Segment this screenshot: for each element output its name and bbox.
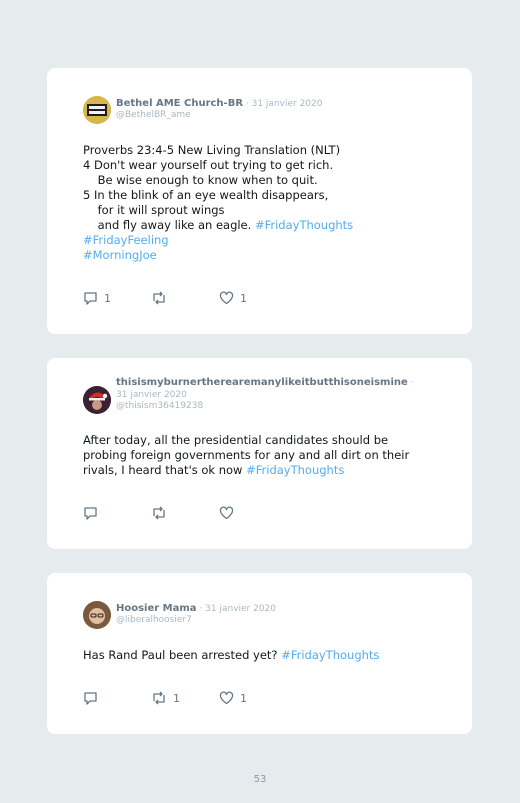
retweet-button[interactable] <box>151 505 173 521</box>
avatar-image-icon <box>83 601 111 629</box>
retweet-icon <box>153 506 165 520</box>
author-name[interactable]: thisismyburnertherearemanylikeitbutthiso… <box>116 377 408 388</box>
avatar-image-icon <box>83 96 111 124</box>
page-number: 53 <box>253 774 267 785</box>
tweet-card: thisismyburnertherearemanylikeitbutthiso… <box>47 358 472 549</box>
avatar-image-icon <box>83 386 111 414</box>
reply-count: 1 <box>104 291 111 305</box>
tweet-actions: 1 1 <box>83 690 383 706</box>
reply-button[interactable] <box>83 505 104 521</box>
like-count: 1 <box>240 291 247 305</box>
hashtag-link[interactable]: #FridayThoughts <box>255 218 353 232</box>
tweet-date[interactable]: · 31 janvier 2020 <box>243 99 323 109</box>
like-button[interactable] <box>219 505 240 521</box>
tweet-text: Proverbs 23:4-5 New Living Translation (… <box>83 143 432 263</box>
author-handle[interactable]: @BethelBR_ame <box>116 110 422 121</box>
retweet-button[interactable]: 1 <box>151 690 180 706</box>
hashtag-link[interactable]: #FridayThoughts <box>281 648 379 662</box>
tweet-text: After today, all the presidential candid… <box>83 433 432 478</box>
reply-button[interactable] <box>83 690 104 706</box>
hashtag-link[interactable]: #FridayFeeling <box>83 233 169 247</box>
author-name[interactable]: Hoosier Mama <box>116 603 197 614</box>
retweet-button[interactable] <box>151 290 173 306</box>
tweet-text-content: Has Rand Paul been arrested yet? <box>83 648 282 662</box>
tweet-actions: 1 1 <box>83 290 383 306</box>
reply-icon <box>84 507 97 520</box>
like-button[interactable]: 1 <box>219 690 247 706</box>
avatar[interactable] <box>83 96 111 124</box>
reply-icon <box>84 692 97 705</box>
heart-icon <box>219 506 234 520</box>
hashtag-link[interactable]: #MorningJoe <box>83 248 157 262</box>
avatar[interactable] <box>83 601 111 629</box>
like-count: 1 <box>240 691 247 705</box>
heart-icon <box>219 291 234 305</box>
tweet-actions <box>83 505 383 521</box>
reply-icon <box>84 292 97 305</box>
author-handle[interactable]: @thisism36419238 <box>116 401 422 412</box>
avatar[interactable] <box>83 386 111 414</box>
tweet-text: Has Rand Paul been arrested yet? #Friday… <box>83 648 432 663</box>
like-button[interactable]: 1 <box>219 290 247 306</box>
tweet-card: Bethel AME Church-BR · 31 janvier 2020 @… <box>47 68 472 334</box>
retweet-count: 1 <box>173 691 180 705</box>
reply-button[interactable]: 1 <box>83 290 111 306</box>
hashtag-link[interactable]: #FridayThoughts <box>246 463 344 477</box>
tweet-card: Hoosier Mama · 31 janvier 2020 @liberalh… <box>47 573 472 734</box>
author-name[interactable]: Bethel AME Church-BR <box>116 98 243 109</box>
retweet-icon <box>153 691 165 705</box>
tweet-date[interactable]: · 31 janvier 2020 <box>197 604 276 614</box>
author-handle[interactable]: @liberalhoosier7 <box>116 615 422 626</box>
heart-icon <box>219 691 234 705</box>
retweet-icon <box>153 291 165 305</box>
